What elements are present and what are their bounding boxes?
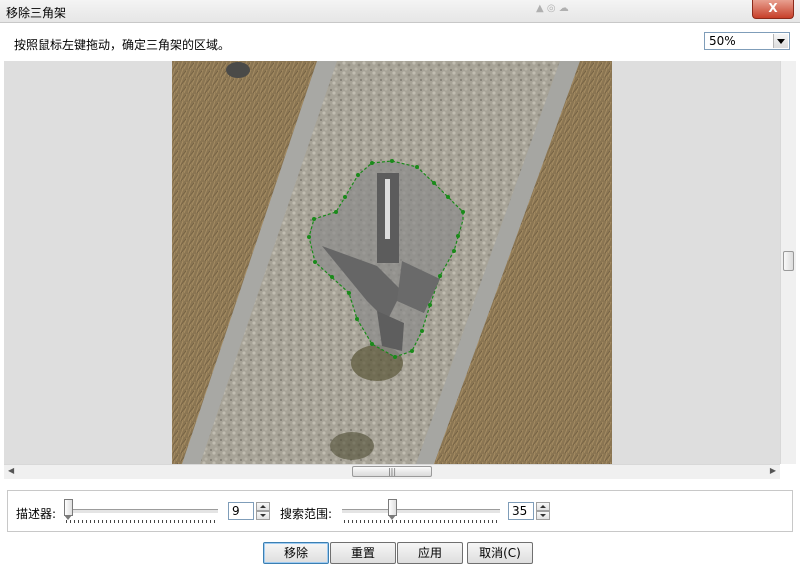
horizontal-scroll-thumb[interactable]: ||| — [352, 466, 432, 477]
cancel-button[interactable]: 取消(C) — [467, 542, 533, 564]
close-button[interactable]: X — [752, 0, 794, 19]
chevron-down-icon[interactable] — [773, 34, 788, 48]
spin-down-icon[interactable] — [256, 511, 270, 520]
search-range-input[interactable]: 35 — [508, 502, 534, 520]
scroll-left-icon[interactable]: ◀ — [8, 466, 14, 475]
descriptor-stepper[interactable] — [256, 502, 270, 520]
spin-up-icon[interactable] — [536, 502, 550, 511]
zoom-select[interactable]: 50% — [704, 32, 790, 50]
controls-group: 描述器: 9 搜索范围: 35 — [7, 490, 793, 532]
spin-down-icon[interactable] — [536, 511, 550, 520]
aerial-photo — [172, 61, 612, 464]
search-range-slider[interactable] — [342, 499, 500, 525]
reset-button[interactable]: 重置 — [330, 542, 396, 564]
horizontal-scrollbar[interactable]: ◀ ||| ▶ — [4, 464, 780, 479]
window-title: 移除三角架 — [6, 6, 67, 20]
title-bar: 移除三角架 ▲ ◎ ☁ X — [0, 0, 800, 23]
image-viewport[interactable] — [4, 61, 780, 464]
instruction-text: 按照鼠标左键拖动，确定三角架的区域。 — [14, 38, 231, 52]
apply-button[interactable]: 应用 — [397, 542, 463, 564]
zoom-value: 50% — [709, 34, 736, 48]
search-range-slider-thumb[interactable] — [388, 499, 397, 520]
descriptor-input[interactable]: 9 — [228, 502, 254, 520]
descriptor-label: 描述器: — [16, 507, 57, 521]
vertical-scroll-thumb[interactable] — [783, 251, 794, 271]
remove-button[interactable]: 移除 — [263, 542, 329, 564]
titlebar-background-icon: ▲ ◎ ☁ — [536, 3, 569, 14]
vertical-scrollbar[interactable] — [780, 61, 796, 464]
scroll-right-icon[interactable]: ▶ — [770, 466, 776, 475]
descriptor-slider[interactable] — [64, 499, 218, 525]
search-range-stepper[interactable] — [536, 502, 550, 520]
search-range-label: 搜索范围: — [280, 507, 333, 521]
spin-up-icon[interactable] — [256, 502, 270, 511]
descriptor-slider-thumb[interactable] — [64, 499, 73, 520]
